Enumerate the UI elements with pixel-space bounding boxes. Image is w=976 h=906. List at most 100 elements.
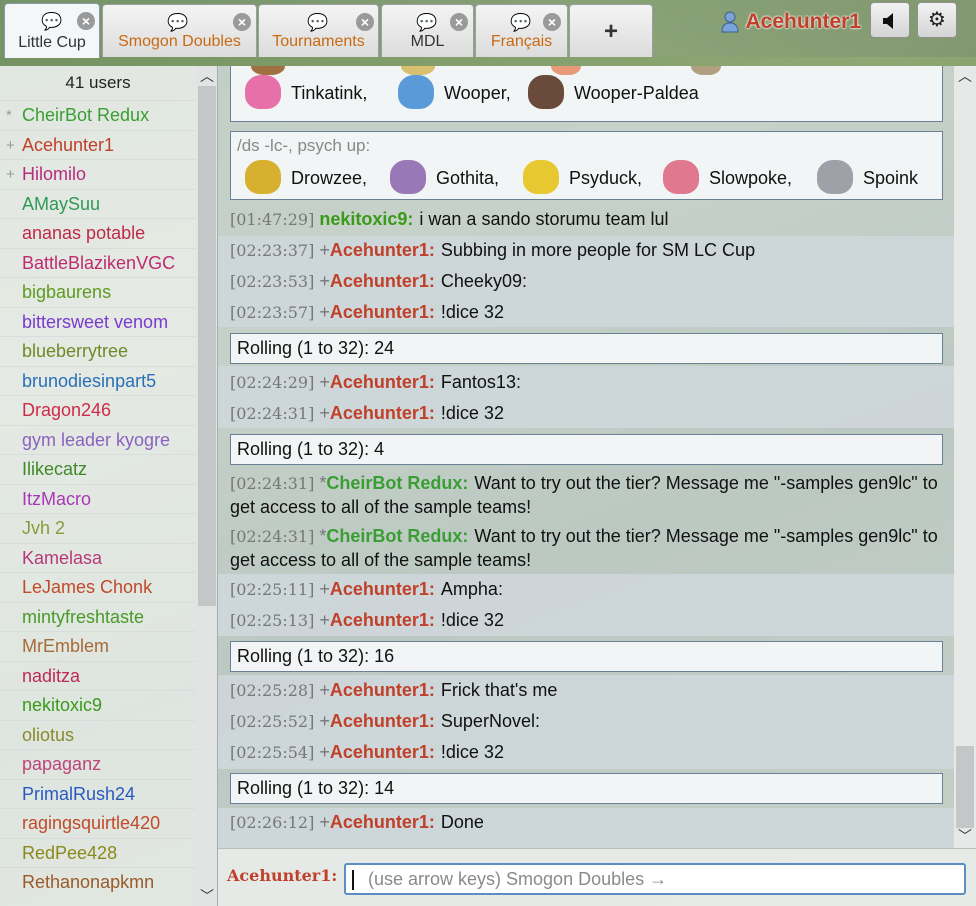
user-list-item[interactable]: bittersweet venom	[0, 306, 196, 337]
message-author[interactable]: CheirBot Redux:	[326, 526, 468, 546]
user-list-item[interactable]: PrimalRush24	[0, 778, 196, 809]
message-author[interactable]: Acehunter1:	[330, 610, 435, 630]
scroll-down-icon[interactable]: ﹀	[196, 886, 217, 906]
chat-scrollbar[interactable]: ︿ ﹀	[954, 66, 976, 848]
user-name[interactable]: nekitoxic9	[22, 695, 102, 715]
close-icon[interactable]: ×	[543, 13, 561, 31]
tab-tournaments[interactable]: 💬 × Tournaments	[258, 4, 379, 57]
user-list-item[interactable]: AMaySuu	[0, 188, 196, 219]
user-name[interactable]: LeJames Chonk	[22, 577, 152, 597]
user-name[interactable]: BattleBlazikenVGC	[22, 253, 175, 273]
user-list-item[interactable]: + Hilomilo	[0, 159, 196, 189]
new-tab-button[interactable]: +	[569, 4, 653, 57]
user-list-item[interactable]: ItzMacro	[0, 483, 196, 514]
user-list-item[interactable]: mintyfreshtaste	[0, 601, 196, 632]
user-name[interactable]: AMaySuu	[22, 194, 100, 214]
close-icon[interactable]: ×	[450, 13, 468, 31]
user-name[interactable]: bittersweet venom	[22, 312, 168, 332]
user-list-item[interactable]: ragingsquirtle420	[0, 808, 196, 838]
user-list-item[interactable]: ananas potable	[0, 218, 196, 248]
user-list-item[interactable]: naditza	[0, 660, 196, 691]
user-list-item[interactable]: brunodiesinpart5	[0, 365, 196, 396]
pokemon-entry[interactable]: Wooper-Paldea	[528, 75, 699, 109]
message-author[interactable]: Acehunter1:	[330, 680, 435, 700]
pokemon-entry[interactable]: Wooper,	[398, 75, 511, 109]
user-list-scrollbar[interactable]: ︿ ﹀	[196, 66, 217, 906]
user-name[interactable]: Dragon246	[22, 400, 111, 420]
message-author[interactable]: Acehunter1:	[330, 403, 435, 423]
user-name[interactable]: ananas potable	[22, 223, 145, 243]
tab-mdl[interactable]: 💬 × MDL	[381, 4, 474, 57]
user-list-item[interactable]: MrEmblem	[0, 631, 196, 661]
tab-smogon-doubles[interactable]: 💬 × Smogon Doubles	[102, 4, 257, 57]
user-list-item[interactable]: * CheirBot Redux	[0, 100, 196, 130]
user-list-item[interactable]: BattleBlazikenVGC	[0, 247, 196, 278]
user-name[interactable]: mintyfreshtaste	[22, 607, 144, 627]
message-author[interactable]: CheirBot Redux:	[326, 473, 468, 493]
pokemon-entry[interactable]: Spoink	[817, 160, 918, 194]
message-author[interactable]: nekitoxic9:	[319, 209, 413, 229]
user-name[interactable]: Ilikecatz	[22, 459, 87, 479]
user-name[interactable]: Rethanonapkmn	[22, 872, 154, 892]
message-author[interactable]: Acehunter1:	[330, 742, 435, 762]
sound-button[interactable]	[870, 2, 910, 38]
message-author[interactable]: Acehunter1:	[330, 240, 435, 260]
user-list-item[interactable]: oliotus	[0, 719, 196, 750]
chat-input[interactable]	[344, 863, 966, 895]
tab-francais[interactable]: 💬 × Français	[475, 4, 568, 57]
user-list-item[interactable]: RedPee428	[0, 837, 196, 868]
user-name[interactable]: brunodiesinpart5	[22, 371, 156, 391]
user-name[interactable]: CheirBot Redux	[22, 105, 149, 125]
user-name[interactable]: Jvh 2	[22, 518, 65, 538]
user-name[interactable]: RedPee428	[22, 843, 117, 863]
user-list-item[interactable]: blueberrytree	[0, 336, 196, 366]
user-list-item[interactable]: Dragon246	[0, 395, 196, 425]
user-name[interactable]: ragingsquirtle420	[22, 813, 160, 833]
pokemon-entry[interactable]: Tinkatink,	[245, 75, 367, 109]
user-name[interactable]: oliotus	[22, 725, 74, 745]
pokemon-entry[interactable]: Drowzee,	[245, 160, 367, 194]
scroll-up-icon[interactable]: ︿	[954, 66, 976, 86]
settings-button[interactable]: ⚙	[917, 2, 957, 38]
message-author[interactable]: Acehunter1:	[330, 711, 435, 731]
user-list-item[interactable]: Rethanonapkmn	[0, 867, 196, 897]
user-name[interactable]: MrEmblem	[22, 636, 109, 656]
user-list-item[interactable]: LeJames Chonk	[0, 572, 196, 602]
scrollbar-thumb[interactable]	[956, 746, 974, 828]
user-name[interactable]: Kamelasa	[22, 548, 102, 568]
message-author[interactable]: Acehunter1:	[330, 271, 435, 291]
message-author[interactable]: Acehunter1:	[330, 812, 435, 832]
message-author[interactable]: Acehunter1:	[330, 372, 435, 392]
user-list-item[interactable]: bigbaurens	[0, 277, 196, 307]
user-list-item[interactable]: Ilikecatz	[0, 454, 196, 484]
username[interactable]: Acehunter1	[745, 10, 861, 33]
scrollbar-thumb[interactable]	[198, 86, 216, 606]
pokemon-entry[interactable]: Gothita,	[390, 160, 499, 194]
user-name[interactable]: papaganz	[22, 754, 101, 774]
user-list-item[interactable]: + Acehunter1	[0, 129, 196, 160]
message-author[interactable]: Acehunter1:	[330, 579, 435, 599]
user-name[interactable]: Hilomilo	[22, 164, 86, 184]
pokemon-entry[interactable]: Slowpoke,	[663, 160, 792, 194]
close-icon[interactable]: ×	[233, 13, 251, 31]
user-name[interactable]: PrimalRush24	[22, 784, 135, 804]
user-list-item[interactable]: Jvh 2	[0, 513, 196, 543]
user-list-item[interactable]: gym leader kyogre	[0, 424, 196, 455]
scroll-down-icon[interactable]: ﹀	[954, 826, 976, 846]
close-icon[interactable]: ×	[77, 12, 95, 30]
pokemon-entry[interactable]: Psyduck,	[523, 160, 642, 194]
close-icon[interactable]: ×	[356, 13, 374, 31]
user-name[interactable]: naditza	[22, 666, 80, 686]
user-name[interactable]: ItzMacro	[22, 489, 91, 509]
user-list-item[interactable]: nekitoxic9	[0, 690, 196, 720]
user-area[interactable]: Acehunter1	[721, 8, 861, 36]
user-name[interactable]: blueberrytree	[22, 341, 128, 361]
user-name[interactable]: bigbaurens	[22, 282, 111, 302]
tab-little-cup[interactable]: 💬 × Little Cup	[4, 3, 100, 58]
user-name[interactable]: Acehunter1	[22, 135, 114, 155]
user-list-item[interactable]: papaganz	[0, 749, 196, 779]
user-name[interactable]: gym leader kyogre	[22, 430, 170, 450]
message-author[interactable]: Acehunter1:	[330, 302, 435, 322]
scroll-up-icon[interactable]: ︿	[196, 66, 217, 86]
user-list-item[interactable]: Kamelasa	[0, 542, 196, 573]
